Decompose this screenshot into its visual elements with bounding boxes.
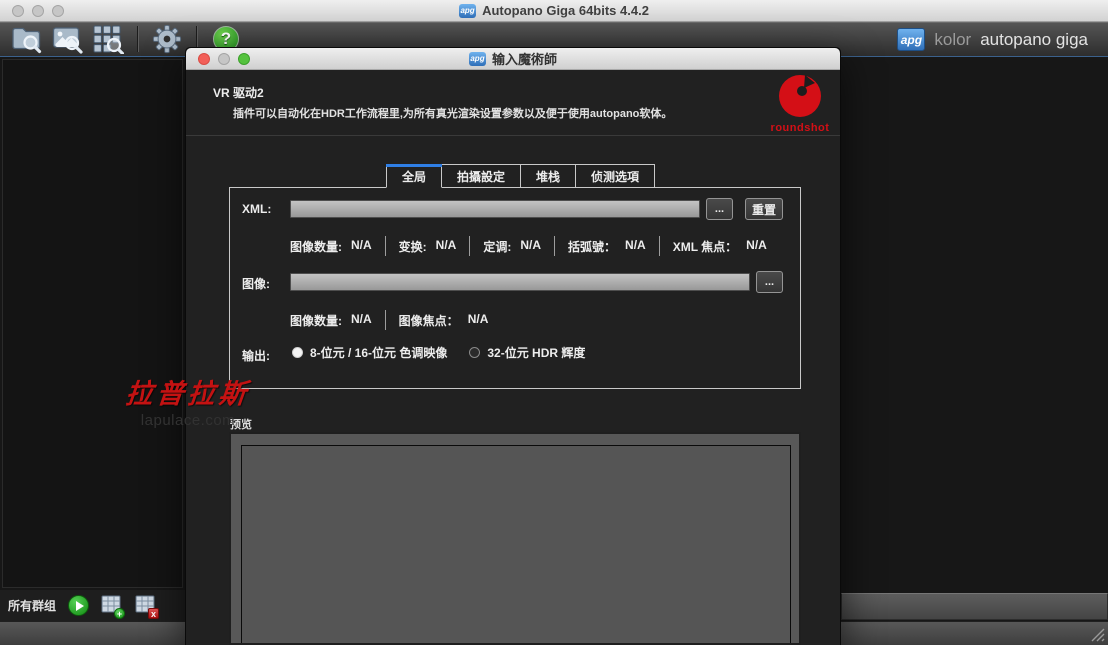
plugin-title: VR 驱动2 <box>213 84 264 101</box>
image-path-input[interactable] <box>290 273 750 291</box>
image-label: 图像: <box>242 275 270 292</box>
apg-dialog-icon: apg <box>469 52 486 66</box>
stat-value: N/A <box>351 312 372 329</box>
roundshot-logo: roundshot <box>768 73 832 135</box>
dialog-title-text: 输入魔術師 <box>492 49 557 68</box>
dialog-tabs: 全局 拍攝設定 堆栈 侦测选項 <box>386 164 655 188</box>
grid-detect-icon[interactable] <box>92 24 124 54</box>
radio-button[interactable] <box>469 347 480 358</box>
stat-value: N/A <box>520 238 541 255</box>
stat-separator <box>385 310 386 330</box>
minimize-button-inactive[interactable] <box>32 5 44 17</box>
watermark-site: lapulace.com <box>118 412 258 429</box>
remove-group-button[interactable]: x <box>135 595 157 617</box>
main-traffic-lights <box>12 5 64 17</box>
settings-gear-icon[interactable] <box>151 24 183 54</box>
stat-label: 定调: <box>483 238 511 255</box>
add-group-button[interactable]: + <box>101 595 123 617</box>
image-browse-button[interactable]: ... <box>756 271 783 293</box>
image-stats-row: 图像数量: N/A 图像焦点： N/A <box>290 310 488 330</box>
roundshot-logo-text: roundshot <box>768 122 832 134</box>
roundshot-logo-icon <box>777 73 823 119</box>
radio-label: 32-位元 HDR 辉度 <box>487 344 585 361</box>
apg-logo-badge: apg <box>897 28 925 51</box>
stat-label: 图像焦点： <box>399 312 459 329</box>
tab-global[interactable]: 全局 <box>386 164 442 188</box>
stat-value: N/A <box>436 238 457 255</box>
watermark-text: 拉普拉斯 <box>116 372 260 411</box>
groups-toolbar: 所有群组 + x <box>0 590 185 621</box>
detect-play-button[interactable] <box>68 595 89 616</box>
main-titlebar: apg Autopano Giga 64bits 4.4.2 <box>0 0 1108 22</box>
stat-label: 图像数量: <box>290 312 342 329</box>
dialog-titlebar[interactable]: apg 输入魔術師 <box>186 48 840 70</box>
output-option-hdr[interactable]: 32-位元 HDR 辉度 <box>469 344 585 361</box>
dialog-title: apg 输入魔術師 <box>469 49 557 68</box>
preview-panel <box>229 432 801 645</box>
close-button-inactive[interactable] <box>12 5 24 17</box>
stat-label: XML 焦点： <box>673 238 737 255</box>
output-option-tonemapped[interactable]: 8-位元 / 16-位元 色调映像 <box>292 344 447 361</box>
xml-browse-button[interactable]: ... <box>706 198 733 220</box>
dialog-header: VR 驱动2 插件可以自动化在HDR工作流程里,为所有真光渲染设置参数以及便于使… <box>186 70 840 136</box>
xml-path-input[interactable] <box>290 200 700 218</box>
folder-detect-icon[interactable] <box>10 24 42 54</box>
stat-separator <box>469 236 470 256</box>
apg-app-icon: apg <box>459 4 476 18</box>
zoom-button-inactive[interactable] <box>52 5 64 17</box>
images-detect-icon[interactable] <box>51 24 83 54</box>
toolbar-separator <box>137 26 138 52</box>
stat-label: 图像数量: <box>290 238 342 255</box>
radio-button[interactable] <box>292 347 303 358</box>
stat-label: 括弧號： <box>568 238 616 255</box>
stat-separator <box>554 236 555 256</box>
brand-product-text: autopano giga <box>980 30 1088 50</box>
dialog-minimize-button[interactable] <box>218 53 230 65</box>
bottom-info-bar <box>841 593 1108 620</box>
kolor-brand-logo: apg kolor autopano giga <box>897 22 1088 57</box>
global-settings-groupbox: XML: ... 重置 图像数量: N/A 变换: N/A 定调: N/A 括弧號： N… <box>229 187 801 389</box>
main-window-title: apg Autopano Giga 64bits 4.4.2 <box>459 3 649 18</box>
stat-label: 变换: <box>399 238 427 255</box>
dialog-zoom-button[interactable] <box>238 53 250 65</box>
radio-label: 8-位元 / 16-位元 色调映像 <box>310 344 447 361</box>
image-list-panel <box>2 59 183 588</box>
stat-value: N/A <box>746 238 767 255</box>
brand-kolor-text: kolor <box>934 30 971 50</box>
stat-value: N/A <box>468 312 489 329</box>
resize-grip[interactable] <box>1091 628 1105 642</box>
app-window: apg Autopano Giga 64bits 4.4.2 <box>0 0 1108 645</box>
stat-value: N/A <box>625 238 646 255</box>
tab-detection-options[interactable]: 侦测选項 <box>576 164 655 188</box>
tab-stack[interactable]: 堆栈 <box>521 164 576 188</box>
output-label: 输出: <box>242 347 270 364</box>
dialog-close-button[interactable] <box>198 53 210 65</box>
watermark: 拉普拉斯 lapulace.com <box>118 372 258 429</box>
output-options: 8-位元 / 16-位元 色调映像 32-位元 HDR 辉度 <box>292 344 585 361</box>
preview-canvas <box>241 445 791 645</box>
groups-label: 所有群组 <box>8 597 56 614</box>
xml-reset-button[interactable]: 重置 <box>745 198 783 220</box>
input-wizard-dialog: apg 输入魔術師 VR 驱动2 插件可以自动化在HDR工作流程里,为所有真光渲… <box>185 47 841 645</box>
main-window-title-text: Autopano Giga 64bits 4.4.2 <box>482 3 649 18</box>
tab-shooting-settings[interactable]: 拍攝設定 <box>442 164 521 188</box>
xml-stats-row: 图像数量: N/A 变换: N/A 定调: N/A 括弧號： N/A XML 焦点： N/… <box>290 236 767 256</box>
xml-label: XML: <box>242 202 271 216</box>
stat-value: N/A <box>351 238 372 255</box>
stat-separator <box>385 236 386 256</box>
plugin-description: 插件可以自动化在HDR工作流程里,为所有真光渲染设置参数以及便于使用autopa… <box>233 105 672 121</box>
stat-separator <box>659 236 660 256</box>
